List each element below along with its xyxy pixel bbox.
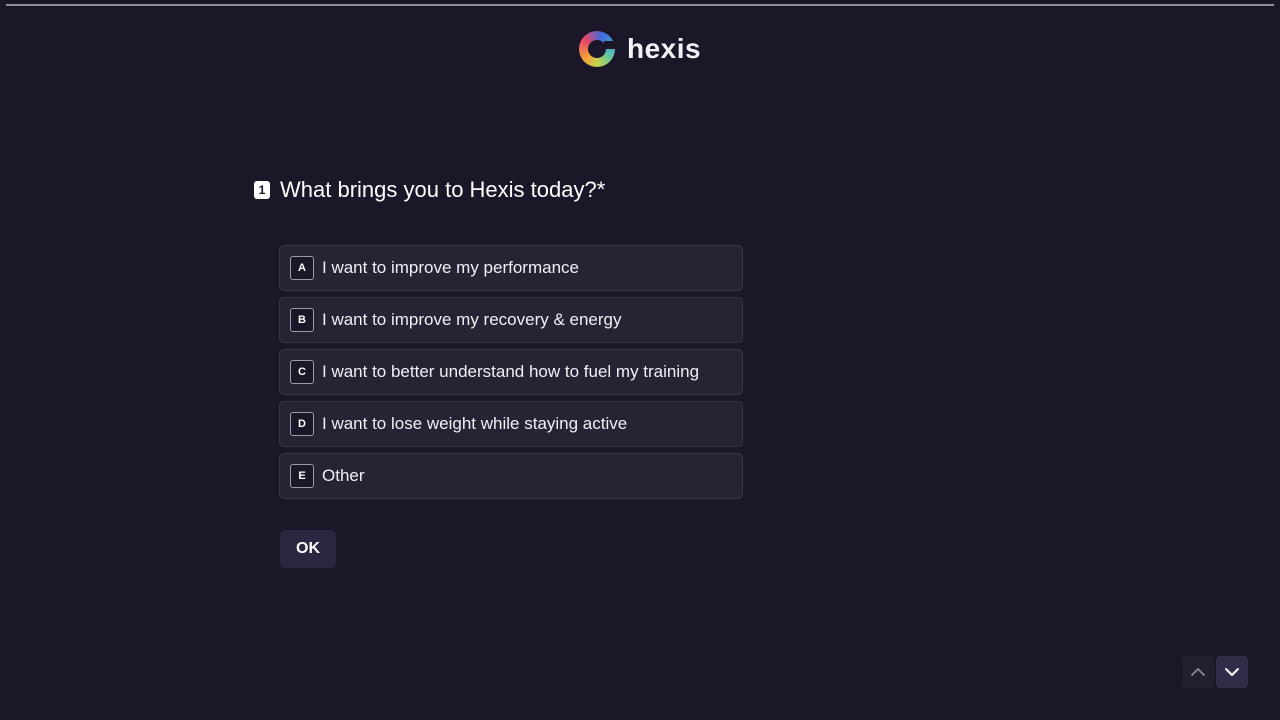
- choice-d[interactable]: D I want to lose weight while staying ac…: [279, 401, 743, 447]
- previous-question-button[interactable]: [1182, 656, 1214, 688]
- question-number-badge: 1: [254, 181, 270, 199]
- choice-key: D: [290, 412, 314, 436]
- ok-button[interactable]: OK: [280, 530, 336, 568]
- choice-label: Other: [322, 466, 365, 485]
- choice-key: E: [290, 464, 314, 488]
- brand-logo: hexis: [579, 31, 701, 67]
- next-question-button[interactable]: [1216, 656, 1248, 688]
- chevron-down-icon: [1225, 668, 1239, 676]
- choice-b[interactable]: B I want to improve my recovery & energy: [279, 297, 743, 343]
- choice-c[interactable]: C I want to better understand how to fue…: [279, 349, 743, 395]
- choice-a[interactable]: A I want to improve my performance: [279, 245, 743, 291]
- chevron-up-icon: [1191, 668, 1205, 676]
- choice-label: I want to improve my performance: [322, 258, 579, 277]
- choice-key: C: [290, 360, 314, 384]
- brand-name: hexis: [627, 33, 702, 64]
- choice-key: B: [290, 308, 314, 332]
- choice-key: A: [290, 256, 314, 280]
- question-heading: 1 What brings you to Hexis today?*: [254, 176, 605, 204]
- choice-label: I want to improve my recovery & energy: [322, 310, 622, 329]
- progress-bar: [6, 4, 1274, 6]
- choice-label: I want to lose weight while staying acti…: [322, 414, 628, 433]
- choice-list: A I want to improve my performance B I w…: [279, 245, 743, 505]
- choice-label: I want to better understand how to fuel …: [322, 362, 700, 381]
- question-text: What brings you to Hexis today?*: [280, 177, 606, 202]
- choice-e[interactable]: E Other: [279, 453, 743, 499]
- hexis-ring-logo-icon: [579, 31, 616, 67]
